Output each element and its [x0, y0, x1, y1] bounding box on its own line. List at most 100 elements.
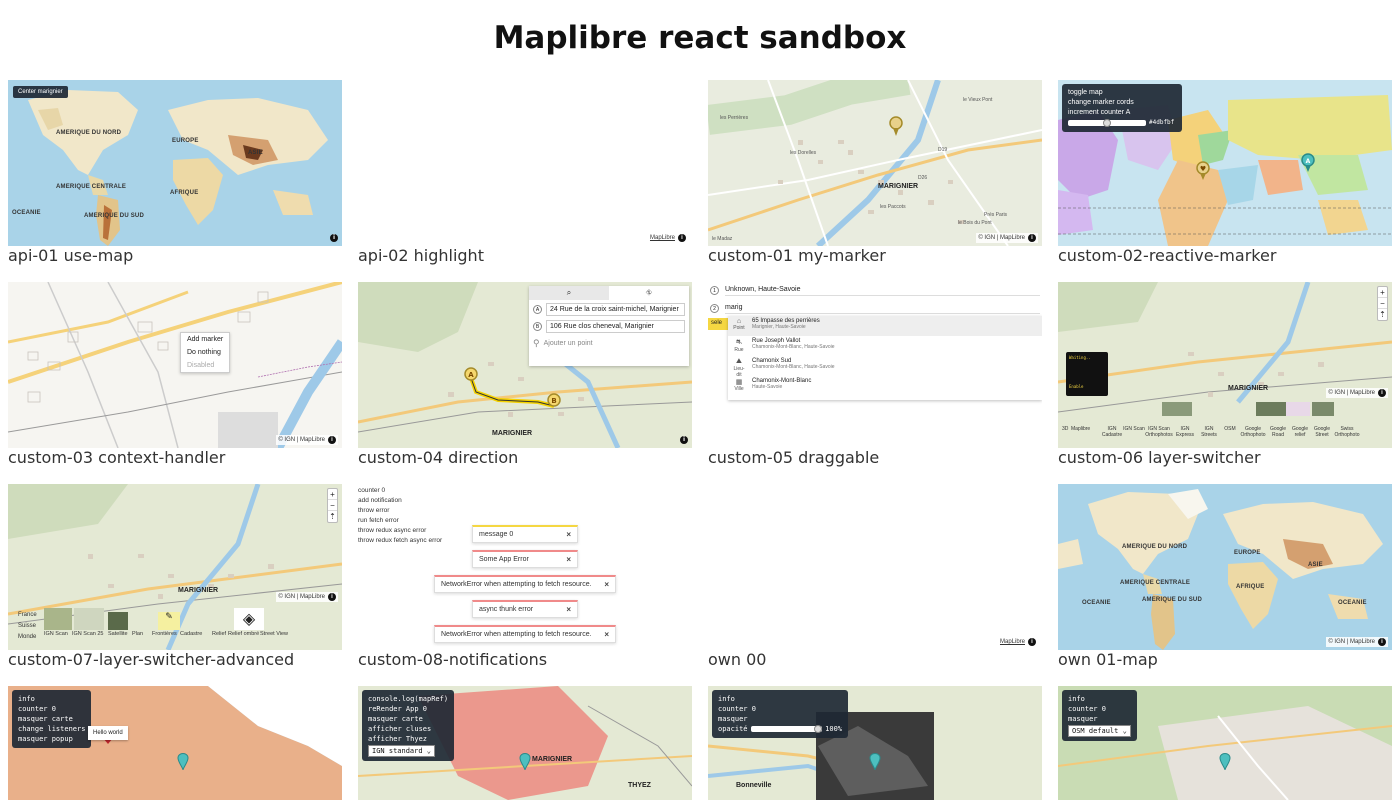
close-icon[interactable]: × [566, 555, 571, 564]
layer-option[interactable]: Relief ombré [228, 631, 260, 637]
layer-preview[interactable] [1256, 402, 1286, 416]
country-option[interactable]: France [18, 610, 37, 621]
layer-option[interactable]: Cadastre [180, 631, 212, 637]
layer-preview[interactable] [132, 612, 154, 630]
info-icon[interactable]: i [328, 593, 336, 601]
card-custom-03[interactable]: Add marker Do nothing Disabled © IGN | M… [8, 282, 342, 468]
zoom-in-button[interactable]: + [328, 489, 337, 500]
counter-button[interactable]: counter 0 [1068, 704, 1131, 714]
add-notification-button[interactable]: add notification [358, 496, 442, 506]
close-icon[interactable]: × [566, 605, 571, 614]
card-own-01[interactable]: AMERIQUE DU NORD AMERIQUE CENTRALE AMERI… [1058, 484, 1392, 670]
map-thumbnail[interactable]: counter 0 add notification throw error r… [358, 484, 692, 650]
attribution-text[interactable]: MapLibre [650, 235, 675, 241]
layer-option[interactable]: IGN Streets [1197, 426, 1221, 438]
info-icon[interactable]: i [1378, 389, 1386, 397]
card-own-03[interactable]: MARIGNIER THYEZ console.log(mapRef) reRe… [358, 686, 692, 800]
attribution-text[interactable]: © IGN | MapLibre [978, 235, 1025, 241]
map-thumbnail[interactable]: MARIGNIER THYEZ console.log(mapRef) reRe… [358, 686, 692, 800]
info-icon[interactable]: i [678, 234, 686, 242]
country-option[interactable]: Monde [18, 632, 37, 643]
country-option[interactable]: Suisse [18, 621, 37, 632]
card-own-04[interactable]: Bonneville info counter 0 masquer opacit… [708, 686, 1042, 800]
hide-button[interactable]: masquer [1068, 714, 1131, 724]
card-own-02[interactable]: info counter 0 masquer carte change list… [8, 686, 342, 800]
center-marignier-button[interactable]: Center marignier [13, 86, 68, 98]
rerender-button[interactable]: reRender App 0 [368, 704, 448, 714]
do-nothing-menu-item[interactable]: Do nothing [181, 346, 229, 359]
card-caption[interactable]: custom-08-notifications [358, 650, 692, 670]
layer-preview[interactable] [44, 608, 72, 630]
card-custom-01[interactable]: MARIGNIER les Perrières le Vieux Pont le… [708, 80, 1042, 266]
close-icon[interactable]: × [566, 530, 571, 539]
info-icon[interactable]: i [1028, 234, 1036, 242]
change-marker-cords-button[interactable]: change marker cords [1068, 98, 1176, 108]
layer-preview[interactable] [1162, 402, 1192, 416]
layer-option[interactable]: Google relief [1289, 426, 1311, 438]
card-caption[interactable]: own 00 [708, 650, 1042, 670]
layer-preview[interactable] [74, 608, 104, 630]
layer-option[interactable]: 3D [1062, 426, 1071, 438]
select-button[interactable]: sele [708, 318, 730, 330]
attribution-text[interactable]: © IGN | MapLibre [278, 437, 325, 443]
card-caption[interactable]: custom-04 direction [358, 448, 692, 468]
layer-option[interactable]: OSM [1221, 426, 1239, 438]
card-custom-05[interactable]: 1 Unknown, Haute-Savoie 2 marig sele ⌂ Po… [708, 282, 1042, 468]
map-thumbnail[interactable]: MARIGNIER + − ⇡ France Suisse Monde ✎ ◈ … [8, 484, 342, 650]
close-icon[interactable]: × [604, 630, 609, 639]
card-caption[interactable]: custom-05 draggable [708, 448, 1042, 468]
map-thumbnail[interactable]: info counter 0 masquer carte change list… [8, 686, 342, 800]
basemap-select[interactable]: IGN standard ⌄ [368, 745, 436, 757]
card-api-01[interactable]: Center marignier AMERIQUE DU NORD AMERIQ… [8, 80, 342, 266]
card-own-00[interactable]: MapLibre i own 00 [708, 484, 1042, 670]
card-caption[interactable]: custom-03 context-handler [8, 448, 342, 468]
map-thumbnail[interactable]: A B MARIGNIER ⌕ ⛗ A 24 Rue de la croix s… [358, 282, 692, 448]
attribution-text[interactable]: © IGN | MapLibre [278, 594, 325, 600]
layer-option[interactable]: Google Orthophoto [1239, 426, 1267, 438]
info-icon[interactable]: i [680, 436, 688, 444]
map-thumbnail[interactable]: AMERIQUE DU NORD AMERIQUE CENTRALE AMERI… [1058, 484, 1392, 650]
search-field[interactable]: marig [725, 302, 1040, 314]
map-thumbnail[interactable]: MapLibre i [358, 80, 692, 246]
layers-icon[interactable]: ◈ [234, 608, 264, 630]
layer-option[interactable]: IGN Scan [44, 631, 72, 637]
layer-option[interactable]: Google Road [1267, 426, 1289, 438]
basemap-select[interactable]: OSM default ⌄ [1068, 725, 1131, 737]
card-caption[interactable]: custom-06 layer-switcher [1058, 448, 1392, 468]
waypoint-b-input[interactable]: 106 Rue clos cheneval, Marignier [546, 320, 685, 333]
card-caption[interactable]: own 01-map [1058, 650, 1392, 670]
borders-icon[interactable]: ✎ [158, 612, 180, 630]
layer-option[interactable]: IGN Scan [1123, 426, 1145, 438]
throw-redux-fetch-async-error-button[interactable]: throw redux fetch async error [358, 536, 442, 546]
counter-button[interactable]: counter 0 [18, 704, 85, 714]
enable-button[interactable]: Enable [1069, 384, 1105, 389]
layer-option[interactable]: Maplibre [1071, 426, 1101, 438]
layer-option[interactable]: Satellite [108, 631, 132, 637]
attribution-text[interactable]: © IGN | MapLibre [1328, 639, 1375, 645]
layer-option[interactable]: Relief [212, 631, 228, 637]
layer-option[interactable]: Frontières [152, 631, 180, 637]
map-thumbnail[interactable]: ♥ A toggle map change marker cords incre… [1058, 80, 1392, 246]
layer-option[interactable]: IGN Express [1173, 426, 1197, 438]
autocomplete-item[interactable]: ⛰ Lieu-dit Chamonix Sud Chamonix-Mont-Blan… [728, 356, 1042, 378]
info-button[interactable]: info [18, 694, 85, 704]
layer-option[interactable]: IGN Cadastre [1101, 426, 1123, 438]
layer-option[interactable]: IGN Scan 25 [72, 631, 108, 637]
card-custom-04[interactable]: A B MARIGNIER ⌕ ⛗ A 24 Rue de la croix s… [358, 282, 692, 468]
card-custom-07[interactable]: MARIGNIER + − ⇡ France Suisse Monde ✎ ◈ … [8, 484, 342, 670]
compass-icon[interactable]: ⇡ [1378, 309, 1387, 320]
card-custom-08[interactable]: counter 0 add notification throw error r… [358, 484, 692, 670]
waypoint-a-input[interactable]: 24 Rue de la croix saint-michel, Marigni… [546, 303, 685, 316]
info-icon[interactable]: i [1028, 638, 1036, 646]
show-thyez-button[interactable]: afficher Thyez [368, 734, 448, 744]
info-button[interactable]: info [718, 694, 842, 704]
toggle-map-button[interactable]: toggle map [1068, 88, 1176, 98]
map-thumbnail[interactable]: MARIGNIER les Perrières le Vieux Pont le… [708, 80, 1042, 246]
run-fetch-error-button[interactable]: run fetch error [358, 516, 442, 526]
card-api-02[interactable]: MapLibre i api-02 highlight [358, 80, 692, 266]
layer-option[interactable]: Swiss Orthophoto [1333, 426, 1361, 438]
layer-preview[interactable] [1286, 402, 1310, 416]
info-icon[interactable]: i [328, 436, 336, 444]
layer-option[interactable]: Street View [260, 631, 294, 637]
card-caption[interactable]: api-02 highlight [358, 246, 692, 266]
